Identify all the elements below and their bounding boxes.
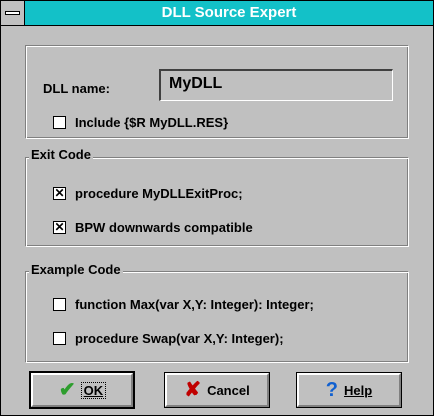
title-bar[interactable]: DLL Source Expert [1, 1, 433, 26]
cancel-label: Cancel [207, 382, 250, 398]
dll-name-field[interactable]: MyDLL [159, 69, 393, 101]
swap-procedure-checkbox[interactable] [53, 332, 66, 345]
ok-button[interactable]: ✔ OK [29, 371, 135, 409]
dialog-window: DLL Source Expert DLL name: MyDLL Includ… [0, 0, 434, 416]
cancel-button[interactable]: ✘ Cancel [164, 372, 270, 408]
exit-code-legend: Exit Code [29, 147, 93, 163]
example-code-group [25, 271, 409, 363]
bpw-compatible-label: BPW downwards compatible [75, 220, 253, 235]
system-menu-button[interactable] [1, 1, 25, 25]
example-code-legend: Example Code [29, 262, 123, 278]
check-icon: ✔ [58, 379, 76, 401]
max-function-label: function Max(var X,Y: Integer): Integer; [75, 297, 314, 312]
max-function-checkbox[interactable] [53, 298, 66, 311]
window-title: DLL Source Expert [161, 4, 297, 21]
bpw-compatible-checkbox[interactable]: ✕ [53, 221, 66, 234]
system-menu-icon [5, 11, 20, 15]
help-label: Help [344, 382, 373, 398]
exit-proc-label: procedure MyDLLExitProc; [75, 186, 243, 201]
x-icon: ✘ [184, 379, 202, 401]
ok-label: OK [80, 381, 107, 399]
swap-procedure-label: procedure Swap(var X,Y: Integer); [75, 331, 284, 346]
help-button[interactable]: ? Help [296, 372, 402, 408]
include-res-label: Include {$R MyDLL.RES} [75, 115, 229, 130]
question-icon: ? [325, 379, 339, 401]
dll-name-label: DLL name: [43, 81, 110, 96]
exit-proc-checkbox[interactable]: ✕ [53, 187, 66, 200]
include-res-checkbox[interactable] [53, 116, 66, 129]
